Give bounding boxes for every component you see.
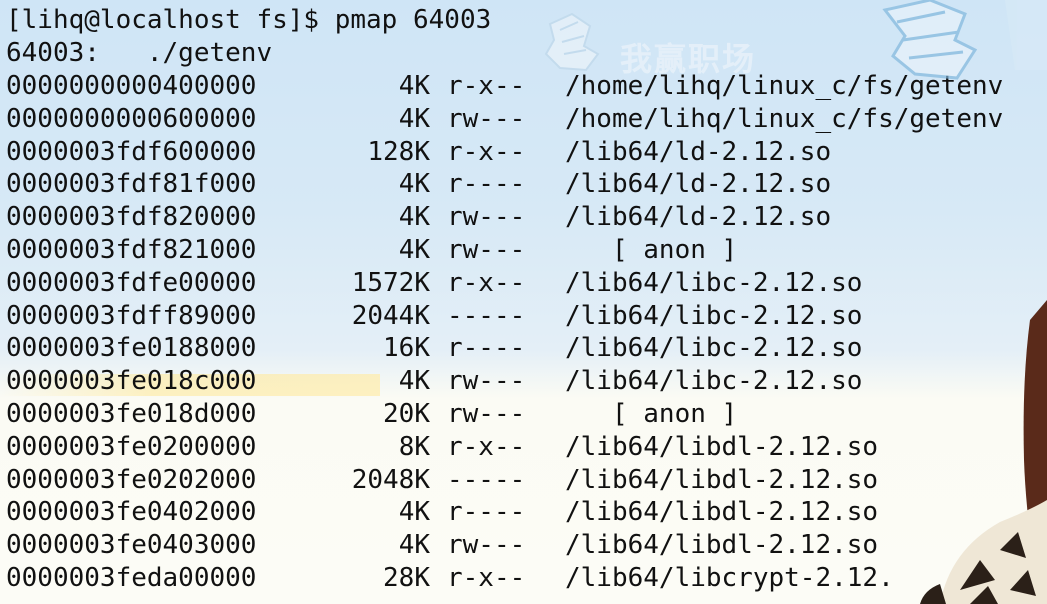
row-size: 4K [398, 71, 430, 101]
row-permissions: ----- [447, 464, 526, 495]
row-mapping: /lib64/libdl-2.12.so [565, 431, 879, 462]
row-permissions: r---- [447, 497, 526, 528]
row-address: 0000003fe018d000 [6, 399, 257, 429]
row-permissions: rw--- [447, 399, 526, 429]
row-mapping: [ anon ] [565, 235, 738, 265]
row-address: 0000003fdf821000 [6, 235, 257, 265]
row-size: 4K [398, 235, 430, 265]
row-address: 0000003fe0403000 [6, 530, 257, 561]
row-permissions: r---- [447, 333, 526, 364]
watermark-text: 我赢职场 [620, 40, 757, 78]
row-permissions: r-x-- [447, 136, 526, 167]
row-address: 0000003fdf81f000 [6, 169, 257, 200]
row-size: 4K [398, 169, 430, 200]
row-size: 4K [398, 366, 430, 397]
row-permissions: rw--- [447, 202, 526, 233]
row-size: 4K [398, 497, 430, 528]
row-mapping: /lib64/ld-2.12.so [565, 169, 832, 200]
row-address: 0000003feda00000 [6, 563, 257, 593]
row-size: 4K [398, 530, 430, 561]
command-prompt-line: [lihq@localhost fs]$ pmap 64003 [6, 5, 492, 35]
row-address: 0000003fe018c000 [6, 366, 257, 397]
row-size: 20K [383, 399, 430, 429]
row-size: 28K [383, 563, 430, 593]
row-mapping: /lib64/ld-2.12.so [565, 136, 832, 167]
row-size: 4K [398, 103, 430, 134]
row-size: 2044K [351, 300, 430, 331]
row-size: 8K [398, 431, 430, 462]
row-permissions: r-x-- [447, 267, 526, 298]
row-permissions: ----- [447, 300, 526, 331]
row-address: 0000003fe0402000 [6, 497, 257, 528]
row-address: 0000003fdfe00000 [6, 267, 257, 298]
row-size: 1572K [351, 267, 430, 298]
row-permissions: r---- [447, 169, 526, 200]
row-mapping: [ anon ] [565, 399, 738, 429]
row-permissions: rw--- [447, 366, 526, 397]
presenter-figure-icon [920, 300, 1047, 604]
row-mapping: /lib64/libc-2.12.so [565, 267, 863, 298]
row-address: 0000003fdf600000 [6, 136, 257, 167]
row-address: 0000003fe0188000 [6, 333, 257, 364]
row-address: 0000003fdf820000 [6, 202, 257, 233]
row-size: 128K [367, 136, 430, 167]
row-mapping: /lib64/ld-2.12.so [565, 202, 832, 233]
row-mapping: /lib64/libc-2.12.so [565, 300, 863, 331]
row-address: 0000003fe0202000 [6, 464, 257, 495]
row-permissions: rw--- [447, 103, 526, 134]
row-address: 0000000000400000 [6, 71, 257, 101]
pmap-header-line: 64003: ./getenv [6, 38, 273, 68]
row-address: 0000000000600000 [6, 103, 257, 134]
row-mapping: /lib64/libc-2.12.so [565, 333, 863, 364]
row-mapping: /lib64/libdl-2.12.so [565, 464, 879, 495]
row-permissions: rw--- [447, 530, 526, 561]
row-address: 0000003fe0200000 [6, 431, 257, 462]
presenter-photo [900, 300, 1047, 604]
row-permissions: rw--- [447, 235, 526, 265]
row-size: 2048K [351, 464, 430, 495]
row-size: 4K [398, 202, 430, 233]
fist-logo-icon [544, 12, 600, 72]
row-mapping: /lib64/libcrypt-2.12. [565, 563, 894, 593]
corner-logo [875, 0, 1047, 90]
row-permissions: r-x-- [447, 563, 526, 593]
row-mapping: /lib64/libc-2.12.so [565, 366, 863, 397]
row-address: 0000003fdff89000 [6, 300, 257, 331]
row-mapping: /lib64/libdl-2.12.so [565, 530, 879, 561]
terminal-window: [lihq@localhost fs]$ pmap 64003 64003: .… [0, 0, 1047, 604]
row-permissions: r-x-- [447, 71, 526, 101]
row-mapping: /lib64/libdl-2.12.so [565, 497, 879, 528]
row-permissions: r-x-- [447, 431, 526, 462]
corner-logo-icon [882, 0, 1047, 80]
row-size: 16K [383, 333, 430, 364]
row-mapping: /home/lihq/linux_c/fs/getenv [565, 103, 1004, 134]
watermark-logo: 我赢职场 [520, 6, 820, 86]
